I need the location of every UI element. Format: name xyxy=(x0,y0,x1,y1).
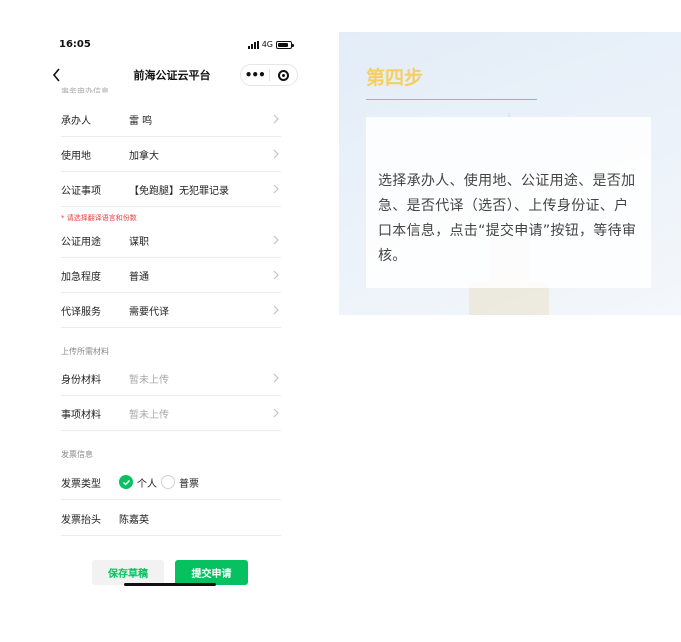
chevron-right-icon xyxy=(271,149,281,159)
row-label: 公证事项 xyxy=(61,185,101,197)
row-matter-documents[interactable]: 事项材料 暂未上传 xyxy=(61,396,281,431)
submit-application-button[interactable]: 提交申请 xyxy=(175,560,248,585)
status-icons: 4G xyxy=(247,40,294,49)
chevron-right-icon xyxy=(271,373,281,383)
row-value: 【免跑腿】无犯罪记录 xyxy=(129,185,229,197)
row-value: 普通 xyxy=(129,271,149,283)
row-label: 加急程度 xyxy=(61,271,101,283)
row-translation-service[interactable]: 代译服务 需要代译 xyxy=(61,293,281,328)
row-label: 发票抬头 xyxy=(61,514,101,526)
row-urgency[interactable]: 加急程度 普通 xyxy=(61,258,281,293)
menu-more-icon[interactable]: ••• xyxy=(241,68,269,82)
row-notary-matter[interactable]: 公证事项 【免跑腿】无犯罪记录 xyxy=(61,172,281,207)
radio-label-normal[interactable]: 普票 xyxy=(179,475,199,490)
description-card: 选择承办人、使用地、公证用途、是否加急、是否代译（选否）、上传身份证、户口本信息… xyxy=(366,117,651,288)
battery-icon xyxy=(276,40,294,49)
row-label: 承办人 xyxy=(61,115,91,127)
row-label: 身份材料 xyxy=(61,374,101,386)
chevron-right-icon xyxy=(271,408,281,418)
row-id-documents[interactable]: 身份材料 暂未上传 xyxy=(61,361,281,396)
chevron-right-icon xyxy=(271,184,281,194)
mini-program-capsule: ••• xyxy=(240,64,298,86)
invoice-header-input[interactable]: 陈嘉英 xyxy=(119,511,281,526)
row-handler[interactable]: 承办人 雷 鸣 xyxy=(61,102,281,137)
chevron-right-icon xyxy=(271,305,281,315)
home-indicator xyxy=(124,583,216,586)
row-purpose[interactable]: 公证用途 谋职 xyxy=(61,223,281,258)
section-title-applicant: 事务申办信息 xyxy=(61,87,109,93)
status-time: 16:05 xyxy=(59,39,91,50)
row-value: 加拿大 xyxy=(129,150,159,162)
radio-checked-icon[interactable] xyxy=(119,475,133,489)
translation-hint: * 请选择翻译语言和份数 xyxy=(61,214,137,222)
step-divider xyxy=(366,99,537,100)
signal-icon xyxy=(247,40,259,49)
invoice-type-radio-group: 个人 普票 xyxy=(119,475,199,490)
row-label: 代译服务 xyxy=(61,306,101,318)
row-value: 雷 鸣 xyxy=(129,115,153,127)
chevron-right-icon xyxy=(271,114,281,124)
target-icon[interactable] xyxy=(270,69,298,81)
step-title: 第四步 xyxy=(366,67,424,89)
instruction-panel: 第四步 选择承办人、使用地、公证用途、是否加急、是否代译（选否）、上传身份证、户… xyxy=(339,32,681,315)
row-label: 事项材料 xyxy=(61,409,101,421)
step-description: 选择承办人、使用地、公证用途、是否加急、是否代译（选否）、上传身份证、户口本信息… xyxy=(378,173,637,264)
phone-screen: 16:05 4G 前海公证云平台 ••• 事务申办信息 承办人 雷 鸣 使用地 … xyxy=(44,30,300,600)
chevron-right-icon xyxy=(271,235,281,245)
navigation-bar: 前海公证云平台 ••• xyxy=(44,64,300,86)
row-value: 暂未上传 xyxy=(129,409,169,421)
network-type: 4G xyxy=(261,40,273,49)
row-label: 使用地 xyxy=(61,150,91,162)
section-title-invoice: 发票信息 xyxy=(61,450,93,459)
status-bar: 16:05 4G xyxy=(44,38,300,54)
row-value: 暂未上传 xyxy=(129,374,169,386)
row-invoice-header[interactable]: 发票抬头 陈嘉英 xyxy=(61,501,281,536)
section-title-upload: 上传所需材料 xyxy=(61,347,109,356)
radio-label-personal[interactable]: 个人 xyxy=(137,475,157,490)
row-label: 公证用途 xyxy=(61,236,101,248)
row-value: 谋职 xyxy=(129,236,149,248)
chevron-right-icon xyxy=(271,270,281,280)
row-use-place[interactable]: 使用地 加拿大 xyxy=(61,137,281,172)
save-draft-button[interactable]: 保存草稿 xyxy=(92,560,164,585)
radio-unchecked-icon[interactable] xyxy=(161,475,175,489)
row-value: 需要代译 xyxy=(129,306,169,318)
row-invoice-type: 发票类型 个人 普票 xyxy=(61,465,281,500)
